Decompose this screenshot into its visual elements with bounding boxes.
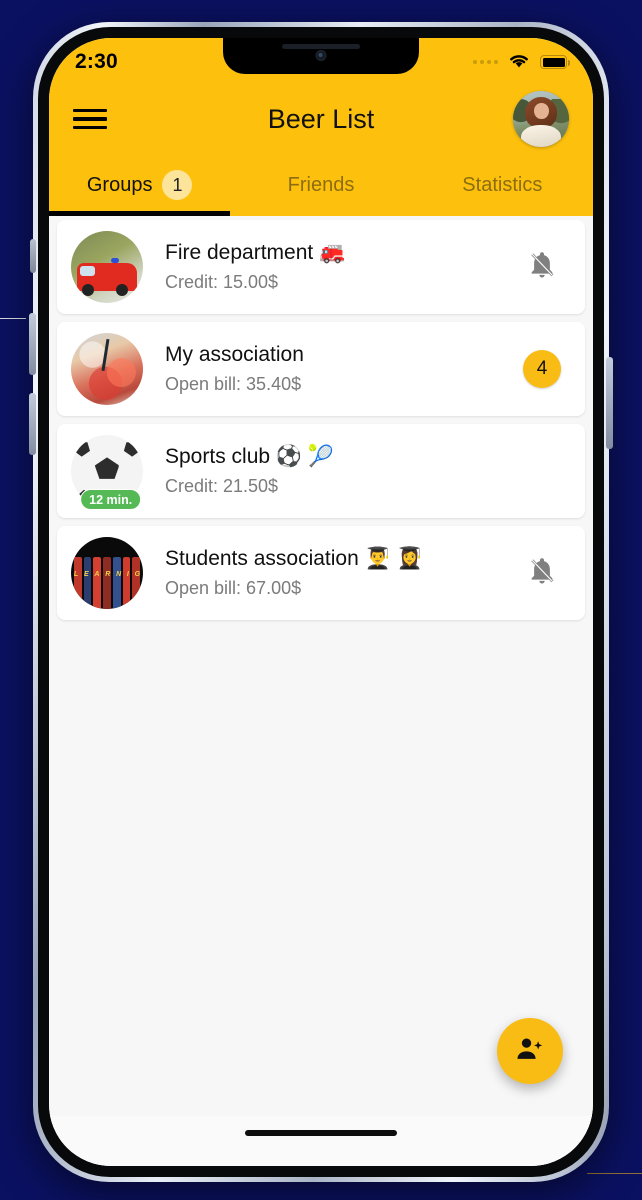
tab-statistics[interactable]: Statistics — [412, 158, 593, 216]
group-avatar: 12 min. — [71, 435, 143, 510]
tab-bar: Groups 1 Friends Statistics — [49, 158, 593, 216]
group-text: Sports club ⚽ 🎾 Credit: 21.50$ — [165, 443, 519, 499]
front-camera-icon — [315, 50, 327, 61]
group-trailing — [519, 556, 565, 591]
group-trailing — [519, 250, 565, 285]
decorative-hairline-left — [0, 318, 26, 319]
list-item[interactable]: Fire department 🚒 Credit: 15.00$ — [57, 220, 585, 314]
add-group-button[interactable] — [497, 1018, 563, 1084]
group-text: My association Open bill: 35.40$ — [165, 341, 519, 397]
bell-off-icon[interactable] — [527, 250, 557, 285]
group-trailing: 4 — [519, 350, 565, 388]
power-button[interactable] — [606, 357, 613, 449]
silent-switch-button[interactable] — [30, 239, 36, 273]
group-title: Sports club ⚽ 🎾 — [165, 445, 335, 469]
group-avatar — [71, 333, 143, 405]
group-subtitle: Open bill: 67.00$ — [165, 577, 302, 598]
drinks-cheers-photo — [71, 333, 143, 405]
home-indicator-area — [49, 1116, 593, 1166]
list-item[interactable]: LEARNIG Students association 👨‍🎓 👩‍🎓 Ope… — [57, 526, 585, 620]
page-title: Beer List — [267, 103, 375, 134]
group-avatar — [71, 231, 143, 303]
group-title: My association — [165, 343, 304, 367]
tab-groups-label: Groups — [86, 173, 153, 196]
group-title: Fire department 🚒 — [165, 241, 346, 265]
hamburger-menu-icon[interactable] — [73, 106, 107, 132]
avatar[interactable] — [513, 91, 569, 147]
groups-list-container: Fire department 🚒 Credit: 15.00$ My asso… — [49, 216, 593, 1166]
phone-device-frame: 2:30 Beer List Groups 1 Friends Statisti… — [29, 22, 613, 1182]
list-item[interactable]: 12 min. Sports club ⚽ 🎾 Credit: 21.50$ — [57, 424, 585, 518]
time-badge: 12 min. — [80, 489, 142, 510]
groups-list: Fire department 🚒 Credit: 15.00$ My asso… — [49, 216, 593, 620]
fire-truck-photo — [71, 231, 143, 303]
status-badge[interactable]: 4 — [523, 350, 561, 388]
tab-statistics-label: Statistics — [462, 173, 543, 196]
list-item[interactable]: My association Open bill: 35.40$ 4 — [57, 322, 585, 416]
tab-groups[interactable]: Groups 1 — [49, 158, 231, 216]
signal-dots-icon — [473, 60, 498, 64]
group-text: Fire department 🚒 Credit: 15.00$ — [165, 239, 519, 295]
tab-groups-badge: 1 — [162, 170, 193, 200]
group-title: Students association 👨‍🎓 👩‍🎓 — [165, 547, 423, 571]
status-time: 2:30 — [75, 50, 118, 73]
group-avatar: LEARNIG — [71, 537, 143, 609]
volume-up-button[interactable] — [29, 313, 36, 375]
tab-friends[interactable]: Friends — [230, 158, 411, 216]
app-bar: Beer List — [49, 80, 593, 158]
status-indicators — [473, 51, 570, 74]
group-subtitle: Credit: 21.50$ — [165, 475, 279, 496]
tab-friends-label: Friends — [287, 173, 355, 196]
decorative-hairline-right — [587, 1173, 642, 1174]
group-text: Students association 👨‍🎓 👩‍🎓 Open bill: … — [165, 545, 519, 601]
volume-down-button[interactable] — [29, 393, 36, 455]
bell-off-icon[interactable] — [527, 556, 557, 591]
group-subtitle: Credit: 15.00$ — [165, 271, 279, 292]
books-shelf-photo: LEARNIG — [71, 537, 143, 609]
phone-screen: 2:30 Beer List Groups 1 Friends Statisti… — [49, 38, 593, 1166]
home-indicator[interactable] — [245, 1130, 397, 1136]
group-subtitle: Open bill: 35.40$ — [165, 373, 302, 394]
battery-full-icon — [540, 55, 570, 69]
wifi-icon — [507, 51, 531, 74]
earpiece-speaker — [282, 44, 360, 49]
person-add-icon — [514, 1033, 546, 1070]
